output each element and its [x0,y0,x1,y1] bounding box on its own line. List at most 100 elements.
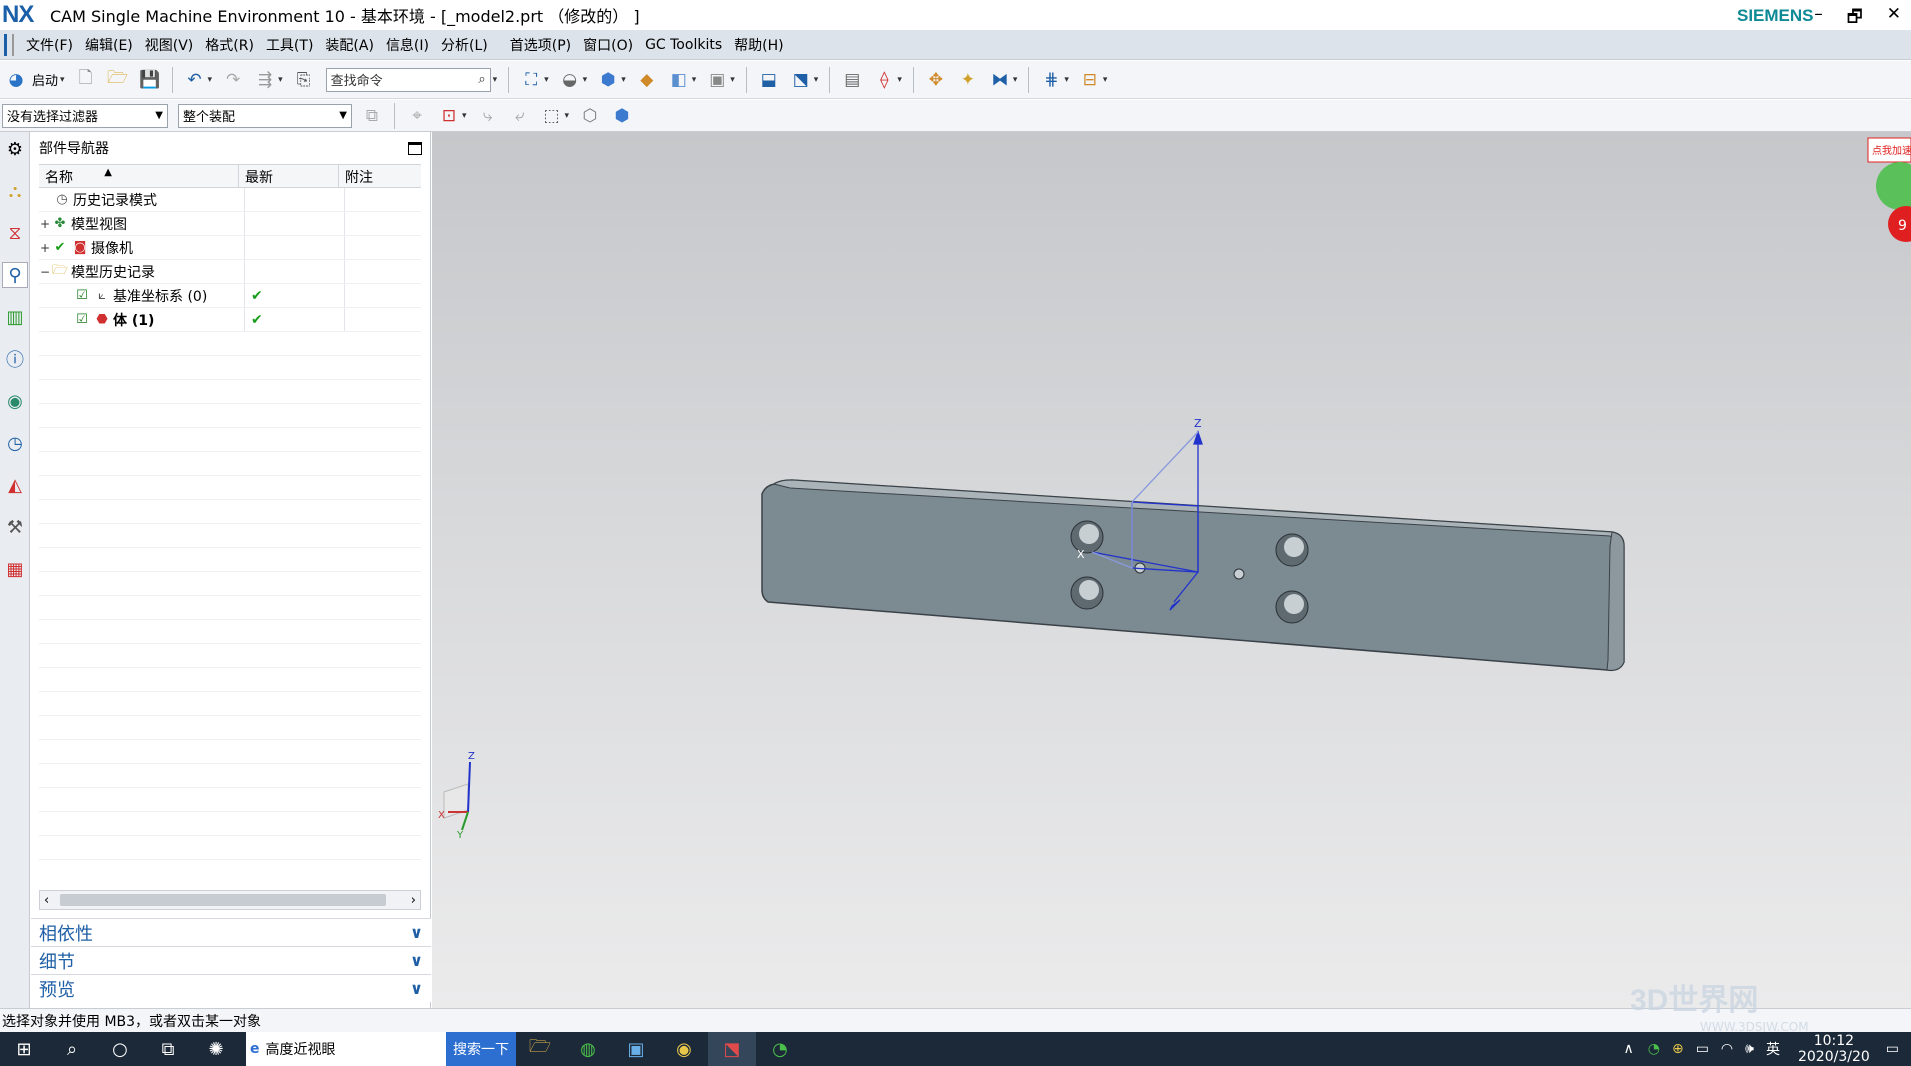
orient-view-icon[interactable]: ⬢ [596,68,620,92]
details-section[interactable]: 细节 ∨ [31,946,431,974]
render-style-icon[interactable]: ◒ [558,68,582,92]
feature-icon[interactable]: ⬔ [789,68,813,92]
tray-clock[interactable]: 10:12 2020/3/20 [1798,1033,1870,1065]
part-body[interactable] [761,479,1625,672]
system-materials-tab-icon[interactable]: ◭ [2,472,28,498]
assembly-navigator-tab-icon[interactable]: ⛬ [2,178,28,204]
tray-volume-icon[interactable]: 🕪 [1745,1041,1754,1057]
transform-icon[interactable]: ⧓ [988,68,1012,92]
pinwheel-app-icon[interactable]: ✺ [192,1032,240,1066]
constraint-icon[interactable]: ⟠ [872,68,896,92]
scroll-thumb[interactable] [60,894,386,906]
search-icon[interactable]: ⌕ [478,72,485,87]
model-canvas[interactable]: Z X Z X Y 点我加速 9 [432,132,1911,1008]
file-explorer-icon[interactable]: 🗁 [516,1032,564,1066]
feature-caret-icon[interactable]: ▾ [814,75,819,85]
select-type-icon[interactable]: ⊡ [437,104,461,128]
snap-caret-icon[interactable]: ▾ [1064,75,1069,85]
nx-app-icon[interactable]: ⬔ [708,1032,756,1066]
select-body-icon[interactable]: ⤶ [508,104,532,128]
select-type-caret-icon[interactable]: ▾ [462,111,467,121]
windows-start-icon[interactable]: ⊞ [0,1032,48,1066]
background-caret-icon[interactable]: ▾ [730,75,735,85]
expand-plus-icon[interactable]: + [39,241,51,255]
checkbox-checked-icon[interactable]: ☑ [73,312,91,328]
counterbore-hole[interactable] [1070,576,1104,610]
redo-icon[interactable]: ↷ [221,68,245,92]
measure-caret-icon[interactable]: ▾ [1103,75,1108,85]
menu-file[interactable]: 文件(F) [20,35,79,55]
chevron-down-icon[interactable]: ∨ [410,979,423,998]
start-label[interactable]: 启动 [32,70,58,89]
menu-window[interactable]: 窗口(O) [577,35,639,55]
snap-point-icon[interactable]: ⋕ [1039,68,1063,92]
tree-row[interactable]: ◷ 历史记录模式 [39,188,421,212]
tree-row[interactable]: + ✤ 模型视图 [39,212,421,236]
menu-view[interactable]: 视图(V) [139,35,200,55]
browser-search-input[interactable]: e 高度近视眼 [246,1032,446,1066]
scope-dropdown[interactable]: 整个装配 ▼ [178,103,352,128]
collapse-minus-icon[interactable]: − [39,265,51,279]
scroll-right-icon[interactable]: › [411,893,416,908]
tray-ime[interactable]: 英 [1766,1039,1780,1059]
new-file-icon[interactable]: 🗋 [74,68,98,92]
extrude-icon[interactable]: ⬓ [757,68,781,92]
move-component-icon[interactable]: ✥ [924,68,948,92]
start-icon[interactable]: ◕ [4,68,28,92]
360-browser-icon[interactable]: ◍ [564,1032,612,1066]
dependencies-section[interactable]: 相依性 ∨ [31,918,431,946]
reuse-library-tab-icon[interactable]: ▥ [2,304,28,330]
select-all-icon[interactable]: ⧉ [360,104,384,128]
history-tab-icon[interactable]: ◷ [2,430,28,456]
roles-tab-icon[interactable]: ▦ [2,556,28,582]
edit-section-icon[interactable]: ◧ [667,68,691,92]
graphics-window[interactable]: Z X Z X Y 点我加速 9 [432,132,1911,1008]
navigator-horizontal-scrollbar[interactable]: ‹ › [39,890,421,910]
pin-hole[interactable] [1233,568,1245,580]
counterbore-hole[interactable] [1275,533,1309,567]
transform-caret-icon[interactable]: ▾ [1013,75,1018,85]
settings-icon[interactable]: ⚙ [2,136,28,162]
undo-icon[interactable]: ↶ [183,68,207,92]
wechat-icon[interactable]: ◔ [756,1032,804,1066]
hd3d-tools-tab-icon[interactable]: ⓘ [2,346,28,372]
constraint-navigator-tab-icon[interactable]: ⧖ [2,220,28,246]
minimize-button[interactable]: – [1814,4,1823,33]
expand-plus-icon[interactable]: + [39,217,51,231]
cortana-icon[interactable]: ○ [96,1032,144,1066]
wireframe-icon[interactable]: ⬡ [578,104,602,128]
fit-caret-icon[interactable]: ▾ [544,75,549,85]
open-folder-icon[interactable]: 🗁 [106,68,130,92]
render-caret-icon[interactable]: ▾ [583,75,588,85]
column-notes[interactable]: 附注 [339,165,421,187]
tree-row[interactable]: + ✔ ◙ 摄像机 [39,236,421,260]
browser-search-button[interactable]: 搜索一下 [446,1032,516,1066]
tree-row[interactable]: ☑ ⬣ 体 (1) ✔ [39,308,421,332]
web-browser-tab-icon[interactable]: ◉ [2,388,28,414]
tray-plus-icon[interactable]: ⊕ [1672,1041,1684,1057]
tray-wifi-icon[interactable]: ◠ [1721,1041,1733,1057]
snap-endpoint-icon[interactable]: ⌖ [405,104,429,128]
menu-assembly[interactable]: 装配(A) [319,35,380,55]
column-name[interactable]: 名称 ▲ [39,165,239,187]
background-icon[interactable]: ▣ [705,68,729,92]
close-button[interactable]: ✕ [1887,4,1901,33]
counterbore-hole[interactable] [1275,590,1309,624]
notification-icon[interactable]: ▭ [1886,1041,1899,1057]
tray-wechat-icon[interactable]: ◔ [1648,1041,1660,1057]
tray-battery-icon[interactable]: ▭ [1696,1041,1709,1057]
promo-text[interactable]: 点我加速 [1872,145,1911,157]
section-caret-icon[interactable]: ▾ [692,75,697,85]
menu-help[interactable]: 帮助(H) [728,35,789,55]
repeat-command-icon[interactable]: ⇶ [253,68,277,92]
menu-edit[interactable]: 编辑(E) [79,35,139,55]
search-icon[interactable]: ⌕ [48,1032,96,1066]
scroll-left-icon[interactable]: ‹ [44,893,49,908]
visible-check-icon[interactable]: ✔ [51,240,69,256]
command-search-input[interactable]: 查找命令 ⌕ [325,67,491,92]
selection-filter-dropdown[interactable]: 没有选择过滤器 ▼ [2,103,168,128]
select-feature-icon[interactable]: ⤷ [476,104,500,128]
process-studio-tab-icon[interactable]: ⚒ [2,514,28,540]
repeat-caret-icon[interactable]: ▾ [278,75,283,85]
menu-info[interactable]: 信息(I) [380,35,435,55]
